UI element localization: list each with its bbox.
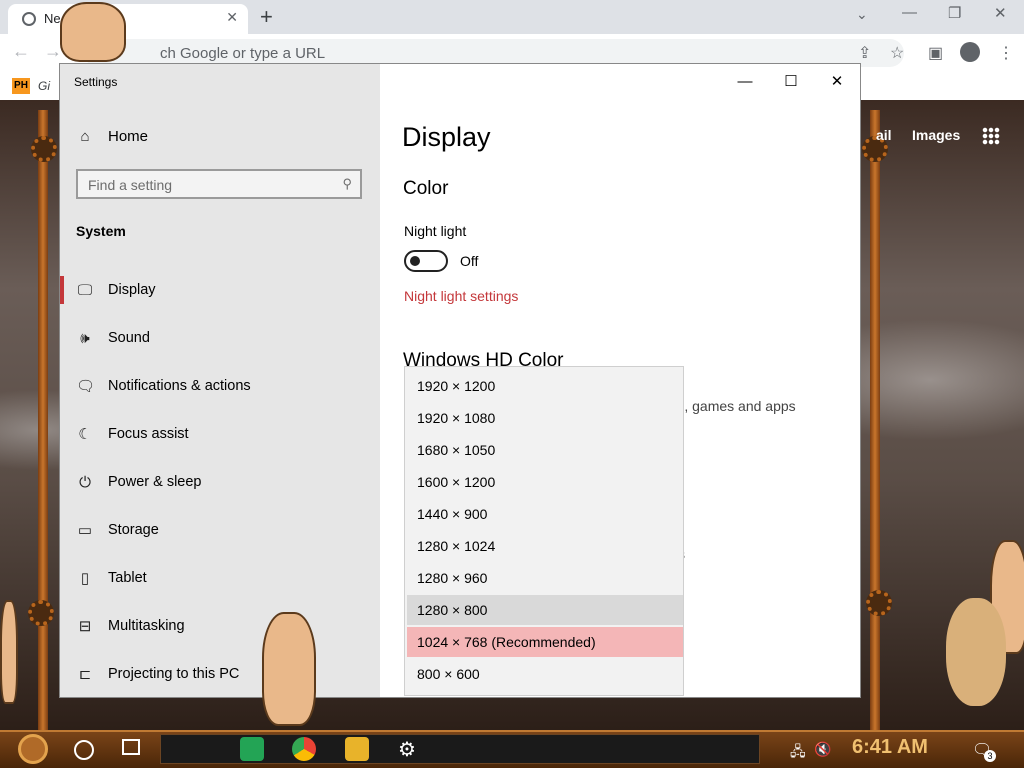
file-explorer-icon[interactable] bbox=[345, 737, 369, 761]
cartoon-mascot-image bbox=[60, 2, 126, 62]
browser-tab[interactable]: Ne ✕ bbox=[8, 4, 248, 34]
sidebar-item-projecting[interactable]: ⊏ Projecting to this PC bbox=[60, 652, 380, 696]
monitor-icon: 🖵 bbox=[77, 281, 93, 299]
bookmark-item[interactable]: Gi bbox=[38, 79, 50, 93]
resolution-option[interactable]: 1280 × 960 bbox=[407, 563, 683, 593]
color-heading: Color bbox=[403, 178, 449, 199]
sidebar-item-label: Sound bbox=[108, 330, 150, 346]
sidebar-item-multitasking[interactable]: ⊟ Multitasking bbox=[60, 604, 380, 648]
google-apps-icon[interactable] bbox=[982, 127, 1000, 145]
back-button[interactable]: ← bbox=[12, 41, 30, 62]
resolution-dropdown-list[interactable]: 1920 × 1200 1920 × 1080 1680 × 1050 1600… bbox=[404, 366, 684, 696]
sidebar-item-label: Power & sleep bbox=[108, 474, 202, 490]
sidebar-item-tablet[interactable]: ▯ Tablet bbox=[60, 556, 380, 600]
power-icon: ⏻ bbox=[79, 473, 91, 491]
bookmark-star-icon[interactable]: ☆ bbox=[890, 43, 904, 63]
browser-restore-button[interactable]: ❐ bbox=[948, 4, 961, 22]
home-nav-item[interactable]: ⌂ Home bbox=[76, 128, 148, 145]
sidebar-item-focus-assist[interactable]: ☾ Focus assist bbox=[60, 412, 380, 456]
gear-icon bbox=[28, 600, 54, 626]
night-light-settings-link[interactable]: Night light settings bbox=[404, 288, 518, 304]
sidebar-item-display[interactable]: 🖵 Display bbox=[60, 268, 380, 312]
bookmark-favicon[interactable]: PH bbox=[12, 78, 30, 94]
search-placeholder: Find a setting bbox=[88, 177, 173, 193]
sidebar-item-label: Multitasking bbox=[108, 618, 185, 634]
sidebar-item-label: Display bbox=[108, 282, 156, 298]
side-panel-icon[interactable]: ▣ bbox=[928, 43, 943, 63]
resolution-option[interactable]: 1920 × 1200 bbox=[407, 371, 683, 401]
gmail-link[interactable]: ail bbox=[876, 127, 892, 143]
cartoon-mascot-image bbox=[262, 612, 316, 726]
sidebar-item-storage[interactable]: ▭ Storage bbox=[60, 508, 380, 552]
resolution-option-hovered[interactable]: 1280 × 800 bbox=[407, 595, 683, 625]
network-icon[interactable]: 🖧 bbox=[790, 741, 806, 765]
page-title: Display bbox=[402, 122, 491, 152]
sidebar-item-sound[interactable]: 🕪 Sound bbox=[60, 316, 380, 360]
resolution-option[interactable]: 1920 × 1080 bbox=[407, 403, 683, 433]
night-light-toggle[interactable] bbox=[404, 250, 448, 272]
sidebar-item-label: Tablet bbox=[108, 570, 147, 586]
close-button[interactable]: ✕ bbox=[814, 64, 860, 98]
resolution-option[interactable]: 1600 × 1200 bbox=[407, 467, 683, 497]
projecting-icon: ⊏ bbox=[78, 666, 92, 683]
settings-gear-icon[interactable]: ⚙ bbox=[398, 737, 416, 762]
toggle-knob bbox=[410, 256, 420, 266]
new-tab-button[interactable]: + bbox=[260, 4, 273, 30]
sidebar-item-power-sleep[interactable]: ⏻ Power & sleep bbox=[60, 460, 380, 504]
notification-icon: 🗨 bbox=[76, 378, 96, 395]
tab-close-icon[interactable]: ✕ bbox=[226, 9, 238, 26]
share-icon[interactable]: ⇪ bbox=[858, 43, 871, 63]
night-light-label: Night light bbox=[404, 223, 467, 239]
resolution-option[interactable]: 1280 × 1024 bbox=[407, 531, 683, 561]
gear-icon bbox=[866, 590, 892, 616]
resolution-option[interactable]: 800 × 600 bbox=[407, 659, 683, 689]
settings-sidebar: Settings ⌂ Home Find a setting ⚲ System … bbox=[60, 64, 380, 697]
browser-minimize-button[interactable]: — bbox=[902, 4, 917, 21]
images-link[interactable]: Images bbox=[912, 127, 960, 143]
multitasking-icon: ⊟ bbox=[78, 618, 92, 635]
sidebar-item-label: Focus assist bbox=[108, 426, 189, 442]
browser-close-button[interactable]: ✕ bbox=[994, 4, 1007, 22]
night-light-state: Off bbox=[460, 253, 479, 269]
chrome-menu-icon[interactable]: ⋮ bbox=[998, 43, 1014, 63]
tablet-icon: ▯ bbox=[80, 570, 90, 587]
address-bar-placeholder: ch Google or type a URL bbox=[160, 45, 326, 62]
window-title: Settings bbox=[74, 75, 118, 89]
task-view-icon[interactable] bbox=[122, 739, 140, 755]
tab-search-chevron-icon[interactable]: ⌄ bbox=[856, 6, 868, 23]
cartoon-mascot-image bbox=[0, 600, 18, 704]
chrome-favicon-icon bbox=[22, 12, 36, 26]
window-controls: — ☐ ✕ bbox=[722, 64, 860, 98]
resolution-option[interactable]: 1680 × 1050 bbox=[407, 435, 683, 465]
moon-icon: ☾ bbox=[78, 426, 92, 443]
sidebar-item-label: Projecting to this PC bbox=[108, 666, 240, 682]
home-label: Home bbox=[108, 128, 149, 145]
profile-avatar[interactable] bbox=[960, 42, 980, 62]
start-button[interactable] bbox=[18, 734, 48, 764]
find-setting-input[interactable]: Find a setting ⚲ bbox=[76, 169, 362, 199]
steampunk-frame-right bbox=[870, 110, 880, 730]
sidebar-item-label: Notifications & actions bbox=[108, 378, 251, 394]
volume-muted-icon[interactable]: 🔇 bbox=[814, 741, 831, 758]
maximize-button[interactable]: ☐ bbox=[768, 64, 814, 98]
cortana-icon[interactable] bbox=[74, 740, 94, 760]
storage-icon: ▭ bbox=[77, 522, 93, 539]
section-heading: System bbox=[76, 223, 126, 239]
steampunk-frame-left bbox=[38, 110, 48, 730]
sidebar-item-label: Storage bbox=[108, 522, 159, 538]
resolution-option[interactable]: 1440 × 900 bbox=[407, 499, 683, 529]
hamster-image bbox=[946, 598, 1006, 706]
notification-count-badge: 3 bbox=[984, 750, 996, 762]
speaker-icon: 🕪 bbox=[80, 329, 90, 347]
chrome-app-icon[interactable] bbox=[292, 737, 316, 761]
gear-icon bbox=[31, 136, 57, 162]
home-icon: ⌂ bbox=[80, 128, 90, 145]
resolution-option-selected[interactable]: 1024 × 768 (Recommended) bbox=[407, 627, 683, 657]
minimize-button[interactable]: — bbox=[722, 64, 768, 98]
search-icon: ⚲ bbox=[342, 176, 352, 191]
taskbar-clock[interactable]: 6:41 AM bbox=[852, 736, 928, 759]
sidebar-item-notifications[interactable]: 🗨 Notifications & actions bbox=[60, 364, 380, 408]
sheets-app-icon[interactable] bbox=[240, 737, 264, 761]
tab-title: Ne bbox=[44, 11, 61, 26]
